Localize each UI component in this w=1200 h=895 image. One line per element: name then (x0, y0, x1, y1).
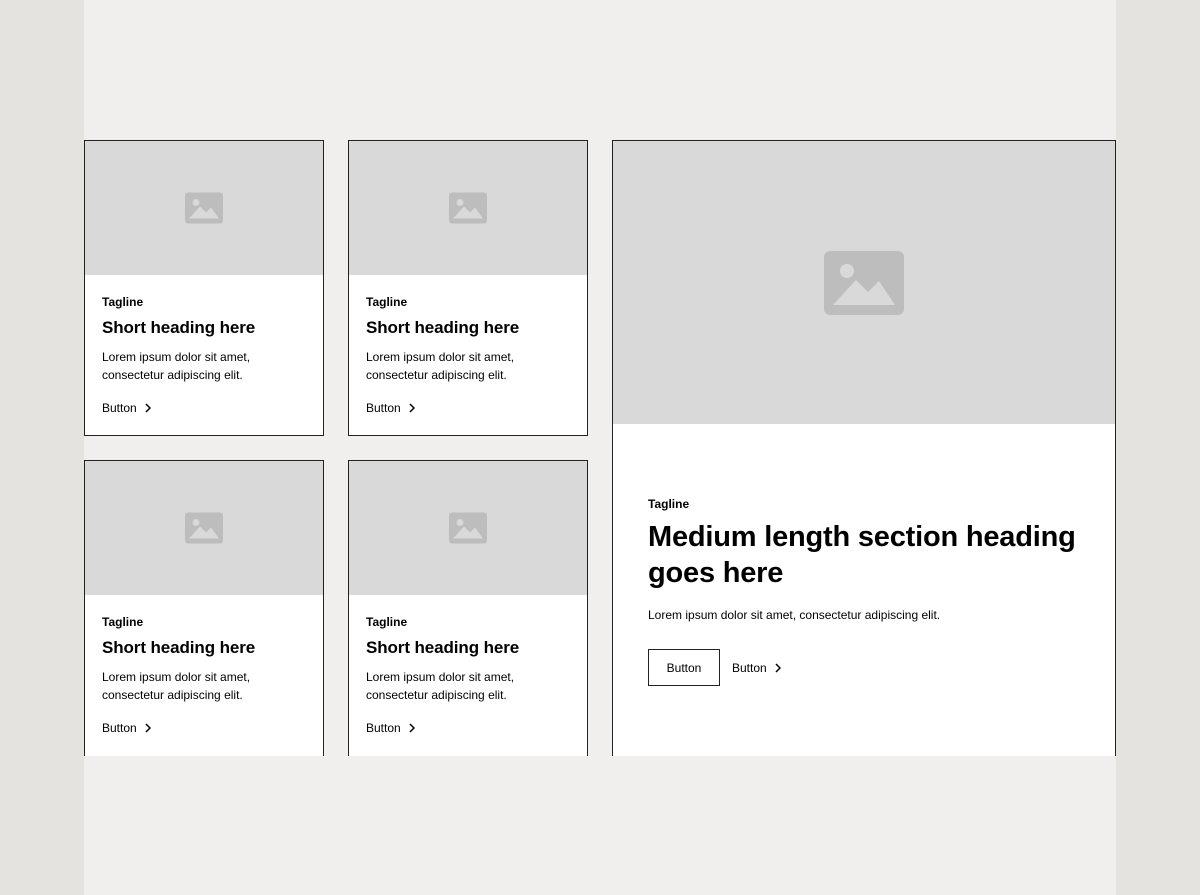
card-body: Lorem ipsum dolor sit amet, consectetur … (366, 350, 515, 382)
card-image (85, 461, 323, 595)
chevron-right-icon (145, 403, 151, 413)
card-button[interactable]: Button (102, 721, 151, 735)
image-placeholder-icon (449, 192, 487, 224)
card-body: Lorem ipsum dolor sit amet, consectetur … (102, 350, 251, 382)
card-button-label: Button (102, 401, 137, 415)
card-button[interactable]: Button (102, 401, 151, 415)
feature-image (613, 141, 1115, 424)
card-button-label: Button (102, 721, 137, 735)
feature-actions: Button Button (648, 649, 781, 686)
image-placeholder-icon (185, 192, 223, 224)
chevron-right-icon (409, 403, 415, 413)
card-image (85, 141, 323, 275)
card-image (349, 141, 587, 275)
image-placeholder-icon (449, 512, 487, 544)
image-placeholder-icon (824, 250, 904, 315)
card-image (349, 461, 587, 595)
card-tagline: Tagline (102, 615, 144, 629)
feature-body: Lorem ipsum dolor sit amet, consectetur … (648, 608, 941, 622)
chevron-right-icon (409, 723, 415, 733)
card-button-label: Button (366, 401, 401, 415)
feature-card: Tagline Medium length section heading go… (612, 140, 1116, 756)
primary-button[interactable]: Button (648, 649, 720, 686)
card-button[interactable]: Button (366, 721, 415, 735)
secondary-button[interactable]: Button (732, 661, 781, 675)
card: Tagline Short heading here Lorem ipsum d… (84, 140, 324, 436)
chevron-right-icon (145, 723, 151, 733)
card-tagline: Tagline (366, 295, 408, 309)
image-placeholder-icon (185, 512, 223, 544)
card-button[interactable]: Button (366, 401, 415, 415)
feature-heading: Medium length section heading goes here (648, 521, 1076, 589)
card: Tagline Short heading here Lorem ipsum d… (348, 140, 588, 436)
card-heading: Short heading here (102, 318, 256, 337)
card-button-label: Button (366, 721, 401, 735)
card-heading: Short heading here (102, 638, 256, 657)
feature-tagline: Tagline (648, 497, 690, 511)
card-heading: Short heading here (366, 318, 520, 337)
card: Tagline Short heading here Lorem ipsum d… (348, 460, 588, 756)
card-body: Lorem ipsum dolor sit amet, consectetur … (102, 670, 251, 702)
card-heading: Short heading here (366, 638, 520, 657)
page: Tagline Short heading here Lorem ipsum d… (84, 0, 1116, 895)
card-grid: Tagline Short heading here Lorem ipsum d… (84, 140, 1116, 756)
chevron-right-icon (775, 662, 781, 673)
card-tagline: Tagline (366, 615, 408, 629)
card: Tagline Short heading here Lorem ipsum d… (84, 460, 324, 756)
secondary-button-label: Button (732, 660, 767, 675)
card-tagline: Tagline (102, 295, 144, 309)
card-body: Lorem ipsum dolor sit amet, consectetur … (366, 670, 515, 702)
